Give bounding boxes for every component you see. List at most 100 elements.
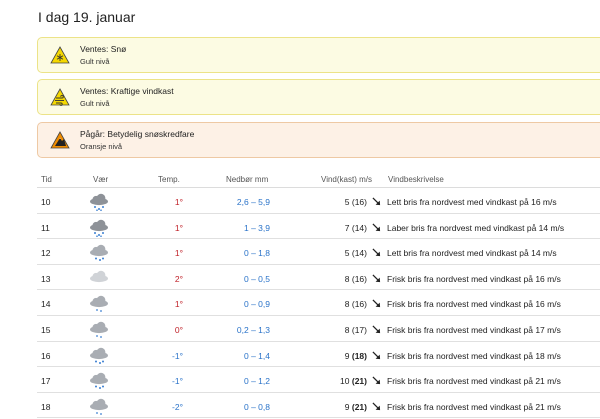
- cell-temp: 1°: [174, 299, 183, 310]
- cloud-snow-icon: [87, 345, 111, 365]
- cell-desc: Lett bris fra nordvest med vindkast på 1…: [387, 197, 557, 207]
- cell-temp: -1°: [172, 376, 183, 387]
- cell-nedbor: 2,6 – 5,9: [236, 197, 270, 207]
- table-row[interactable]: 14 1° 0 – 0,9 8 (16) Frisk bris fra nord…: [37, 290, 600, 316]
- table-row[interactable]: 13 2° 0 – 0,5 8 (16) Frisk bris fra nord…: [37, 265, 600, 291]
- wind-speed: 8: [344, 273, 350, 284]
- cell-desc: Frisk bris fra nordvest med vindkast på …: [387, 273, 561, 284]
- wind-speed: 8: [344, 299, 350, 310]
- wind-speed: 5: [344, 248, 350, 259]
- cell-desc: Frisk bris fra nordvest med vindkast på …: [387, 376, 561, 387]
- wind-direction-arrow-icon: [372, 274, 381, 285]
- table-row[interactable]: 11 1° 1 – 3,9 7 (14) Laber bris fra nord…: [37, 214, 600, 240]
- cell-vind: 8 (17): [317, 325, 367, 335]
- cell-tid: 18: [41, 401, 51, 412]
- cell-temp: 0°: [174, 324, 183, 335]
- wind-direction-arrow-icon: [372, 248, 381, 259]
- cell-desc: Laber bris fra nordvest med vindkast på …: [387, 222, 565, 233]
- warning-title: Ventes: Snø: [80, 44, 127, 54]
- warning-wind[interactable]: Ventes: Kraftige vindkast Gult nivå: [37, 79, 600, 115]
- table-header: Tid Vær Temp. Nedbør mm Vind(kast) m/s V…: [37, 170, 600, 188]
- cloud-light-snow-icon: [87, 293, 111, 313]
- wind-gust: (17): [351, 324, 367, 335]
- wind-gust: (16): [351, 197, 367, 207]
- table-row[interactable]: 15 0° 0,2 – 1,3 8 (17) Frisk bris fra no…: [37, 316, 600, 342]
- cell-temp: 2°: [174, 273, 183, 284]
- cell-temp: -2°: [172, 401, 183, 412]
- cell-vind: 8 (16): [317, 299, 367, 309]
- avalanche-warning-icon: [50, 131, 70, 149]
- cell-tid: 17: [41, 376, 51, 387]
- table-row[interactable]: 18 -2° 0 – 0,8 9 (21) Frisk bris fra nor…: [37, 393, 600, 419]
- wind-speed: 9: [344, 350, 350, 361]
- cell-desc: Frisk bris fra nordvest med vindkast på …: [387, 401, 561, 412]
- table-body: 10 1° 2,6 – 5,9 5 (16) Lett bris fra nor…: [37, 188, 600, 419]
- wind-direction-arrow-icon: [372, 376, 381, 387]
- cell-vind: 9 (21): [317, 402, 367, 412]
- header-nedbor: Nedbør mm: [226, 175, 269, 184]
- wind-direction-arrow-icon: [372, 351, 381, 362]
- wind-direction-arrow-icon: [372, 402, 381, 413]
- cell-nedbor: 0 – 0,9: [244, 299, 270, 310]
- warning-level: Oransje nivå: [80, 142, 123, 151]
- warning-level: Gult nivå: [80, 99, 110, 108]
- wind-gust: (16): [351, 273, 367, 284]
- light-cloud-icon: [87, 268, 111, 288]
- cell-tid: 14: [41, 299, 51, 310]
- cell-vind: 5 (14): [317, 248, 367, 258]
- cell-temp: 1°: [174, 222, 183, 233]
- wind-warning-icon: [50, 88, 70, 106]
- page-title: I dag 19. januar: [38, 9, 136, 25]
- cell-tid: 15: [41, 324, 51, 335]
- wind-speed: 8: [344, 324, 350, 335]
- wind-speed: 7: [344, 222, 350, 233]
- header-desc: Vindbeskrivelse: [388, 175, 444, 184]
- cell-desc: Frisk bris fra nordvest med vindkast på …: [387, 324, 561, 335]
- wind-direction-arrow-icon: [372, 325, 381, 336]
- cell-temp: -1°: [172, 350, 183, 361]
- cell-tid: 12: [41, 248, 51, 259]
- cell-vind: 8 (16): [317, 274, 367, 284]
- cell-vind: 10 (21): [317, 376, 367, 386]
- cell-nedbor: 0 – 1,8: [244, 248, 270, 259]
- cell-temp: 1°: [174, 197, 183, 207]
- dark-cloud-snow-icon: [87, 191, 111, 211]
- cell-vind: 5 (16): [317, 197, 367, 207]
- warning-title: Pågår: Betydelig snøskredfare: [80, 129, 195, 139]
- cloud-snow-icon: [87, 242, 111, 262]
- table-row[interactable]: 16 -1° 0 – 1,4 9 (18) Frisk bris fra nor…: [37, 342, 600, 368]
- table-row[interactable]: 10 1° 2,6 – 5,9 5 (16) Lett bris fra nor…: [37, 188, 600, 214]
- cell-desc: Frisk bris fra nordvest med vindkast på …: [387, 350, 561, 361]
- cell-tid: 11: [41, 222, 50, 233]
- wind-direction-arrow-icon: [372, 223, 381, 234]
- cloud-snow-icon: [87, 370, 111, 390]
- cell-vind: 7 (14): [317, 223, 367, 233]
- cloud-light-snow-icon: [87, 396, 111, 416]
- wind-speed: 10: [340, 376, 350, 387]
- cell-nedbor: 0,2 – 1,3: [236, 324, 270, 335]
- cell-nedbor: 0 – 0,5: [244, 273, 270, 284]
- header-tid: Tid: [41, 175, 52, 184]
- table-row[interactable]: 12 1° 0 – 1,8 5 (14) Lett bris fra nordv…: [37, 239, 600, 265]
- warning-avalanche[interactable]: Pågår: Betydelig snøskredfare Oransje ni…: [37, 122, 600, 158]
- wind-direction-arrow-icon: [372, 299, 381, 310]
- table-row[interactable]: 17 -1° 0 – 1,2 10 (21) Frisk bris fra no…: [37, 367, 600, 393]
- cell-nedbor: 0 – 1,4: [244, 350, 270, 361]
- wind-speed: 5: [344, 197, 350, 207]
- header-vaer: Vær: [93, 175, 109, 184]
- wind-gust: (21): [351, 376, 367, 387]
- cell-nedbor: 0 – 1,2: [244, 376, 270, 387]
- wind-gust: (16): [351, 299, 367, 310]
- wind-gust: (18): [351, 350, 367, 361]
- cell-vind: 9 (18): [317, 351, 367, 361]
- warning-level: Gult nivå: [80, 57, 110, 66]
- cell-desc: Lett bris fra nordvest med vindkast på 1…: [387, 248, 557, 259]
- wind-speed: 9: [344, 401, 350, 412]
- snow-warning-icon: [50, 46, 70, 64]
- cell-nedbor: 1 – 3,9: [244, 222, 270, 233]
- warning-snow[interactable]: Ventes: Snø Gult nivå: [37, 37, 600, 73]
- forecast-table: Tid Vær Temp. Nedbør mm Vind(kast) m/s V…: [37, 170, 600, 419]
- header-vind: Vind(kast) m/s: [321, 175, 372, 184]
- cell-tid: 10: [41, 197, 51, 207]
- cell-temp: 1°: [174, 248, 183, 259]
